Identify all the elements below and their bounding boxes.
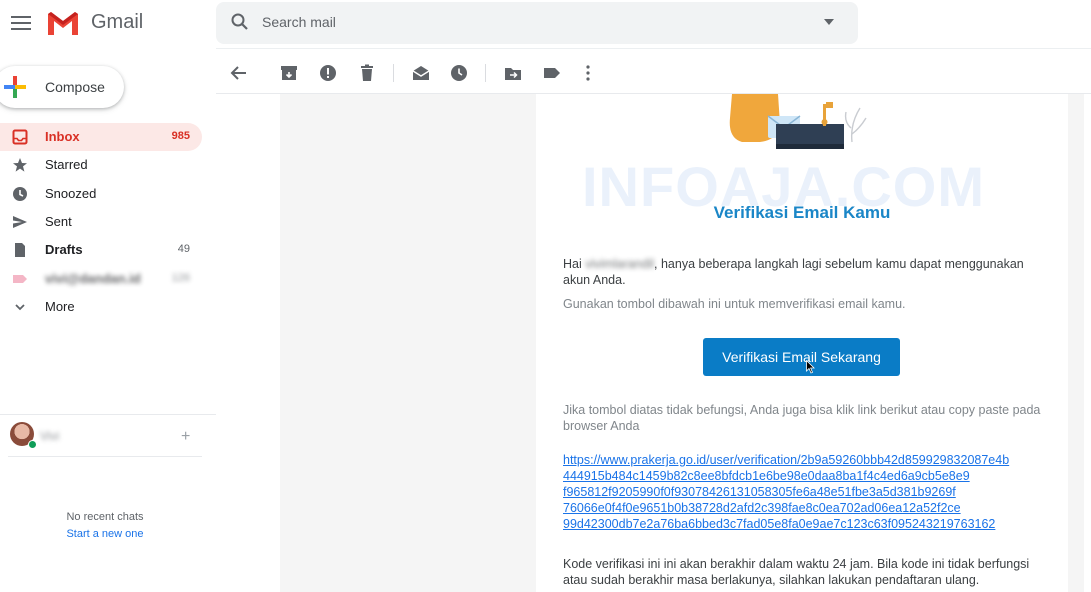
compose-button[interactable]: Compose: [0, 66, 124, 108]
sidebar-item-snoozed[interactable]: Snoozed: [0, 180, 202, 208]
verification-link-line[interactable]: https://www.prakerja.go.id/user/verifica…: [563, 452, 1033, 468]
chevron-down-icon: [15, 304, 25, 311]
verification-link-line[interactable]: 99d42300db7e2a76ba6bbed3c7fad05e8fa0e9ae…: [563, 516, 1033, 532]
search-options-icon[interactable]: [824, 19, 834, 25]
sidebar-item-label: Starred: [45, 157, 88, 172]
more-vert-icon[interactable]: [577, 62, 599, 84]
sidebar-item-label: Snoozed: [45, 186, 97, 201]
label-icon: [13, 275, 27, 283]
scrollbar[interactable]: [1084, 94, 1091, 592]
mouse-cursor-icon: [806, 360, 815, 374]
toolbar-separator: [393, 64, 394, 82]
sidebar-item-more[interactable]: More: [0, 293, 202, 321]
compose-label: Compose: [45, 79, 105, 95]
start-new-chat-link[interactable]: Start a new one: [0, 528, 210, 540]
draft-count: 49: [177, 243, 190, 255]
search-icon[interactable]: [230, 12, 250, 32]
greeting-paragraph: Hai vivimlarandil, hanya beberapa langka…: [563, 256, 1043, 288]
draft-icon: [15, 243, 25, 257]
header-divider: [216, 48, 1091, 49]
sidebar-divider: [0, 414, 216, 415]
sidebar-item-starred[interactable]: Starred: [0, 151, 202, 179]
gmail-window: Gmail Compose Inbox 985 Starred: [0, 0, 1091, 592]
hangouts-user-name[interactable]: Vivi: [40, 429, 59, 443]
verification-link[interactable]: https://www.prakerja.go.id/user/verifica…: [563, 452, 1033, 532]
sidebar-item-sent[interactable]: Sent: [0, 208, 202, 236]
gmail-logo-icon[interactable]: [46, 10, 80, 36]
main-menu-icon[interactable]: [10, 12, 32, 34]
sidebar-item-label-account[interactable]: vivi@dandan.id 126: [0, 265, 202, 293]
snooze-icon[interactable]: [448, 62, 470, 84]
delete-icon[interactable]: [356, 62, 378, 84]
sidebar-item-drafts[interactable]: Drafts 49: [0, 236, 202, 264]
sidebar-item-label: Inbox: [45, 129, 80, 144]
verification-link-line[interactable]: f965812f9205990f0f93078426131058305fe6a4…: [563, 484, 1033, 500]
move-to-icon[interactable]: [502, 62, 524, 84]
back-arrow-icon[interactable]: [228, 62, 250, 84]
sidebar-item-label: Drafts: [45, 242, 83, 257]
star-icon: [13, 158, 27, 172]
compose-plus-icon: [4, 76, 26, 98]
no-recent-chats-text: No recent chats: [66, 511, 144, 523]
inbox-icon: [12, 129, 28, 145]
sidebar-item-label: vivi@dandan.id: [45, 271, 141, 286]
unread-count: 985: [171, 130, 190, 142]
search-input[interactable]: [262, 8, 802, 36]
greeting-prefix: Hai: [563, 257, 582, 271]
label-icon[interactable]: [541, 62, 563, 84]
instruction-text: Gunakan tombol dibawah ini untuk memveri…: [563, 297, 906, 311]
toolbar-separator: [485, 64, 486, 82]
sidebar-item-label: Sent: [45, 214, 72, 229]
add-chat-icon[interactable]: +: [181, 428, 190, 446]
hangouts-user[interactable]: Vivi +: [8, 422, 208, 450]
online-status-icon: [28, 440, 37, 449]
verification-link-line[interactable]: 76066e0f4f0e9651b0b38728d2afd2c398fae8c0…: [563, 500, 1033, 516]
label-count: 126: [171, 272, 190, 284]
gmail-wordmark[interactable]: Gmail: [91, 11, 143, 34]
recipient-name: vivimlarandil: [585, 257, 655, 271]
archive-icon[interactable]: [278, 62, 300, 84]
mark-unread-icon[interactable]: [410, 62, 432, 84]
expiry-text: Kode verifikasi ini ini akan berakhir da…: [563, 557, 1030, 587]
sidebar-item-label: More: [45, 299, 75, 314]
clock-icon: [13, 187, 27, 201]
verification-link-line[interactable]: 444915b484c1459b82c8ee8bfdcb1e6be98e0daa…: [563, 468, 1033, 484]
chats-divider: [8, 456, 202, 457]
email-heading: Verifikasi Email Kamu: [713, 203, 891, 222]
mailbox-illustration: [729, 94, 867, 149]
fallback-text: Jika tombol diatas tidak befungsi, Anda …: [563, 403, 1041, 433]
report-spam-icon[interactable]: [317, 62, 339, 84]
verify-email-button[interactable]: Verifikasi Email Sekarang: [703, 338, 900, 376]
send-icon: [13, 216, 27, 228]
sidebar-item-inbox[interactable]: Inbox 985: [0, 123, 202, 151]
